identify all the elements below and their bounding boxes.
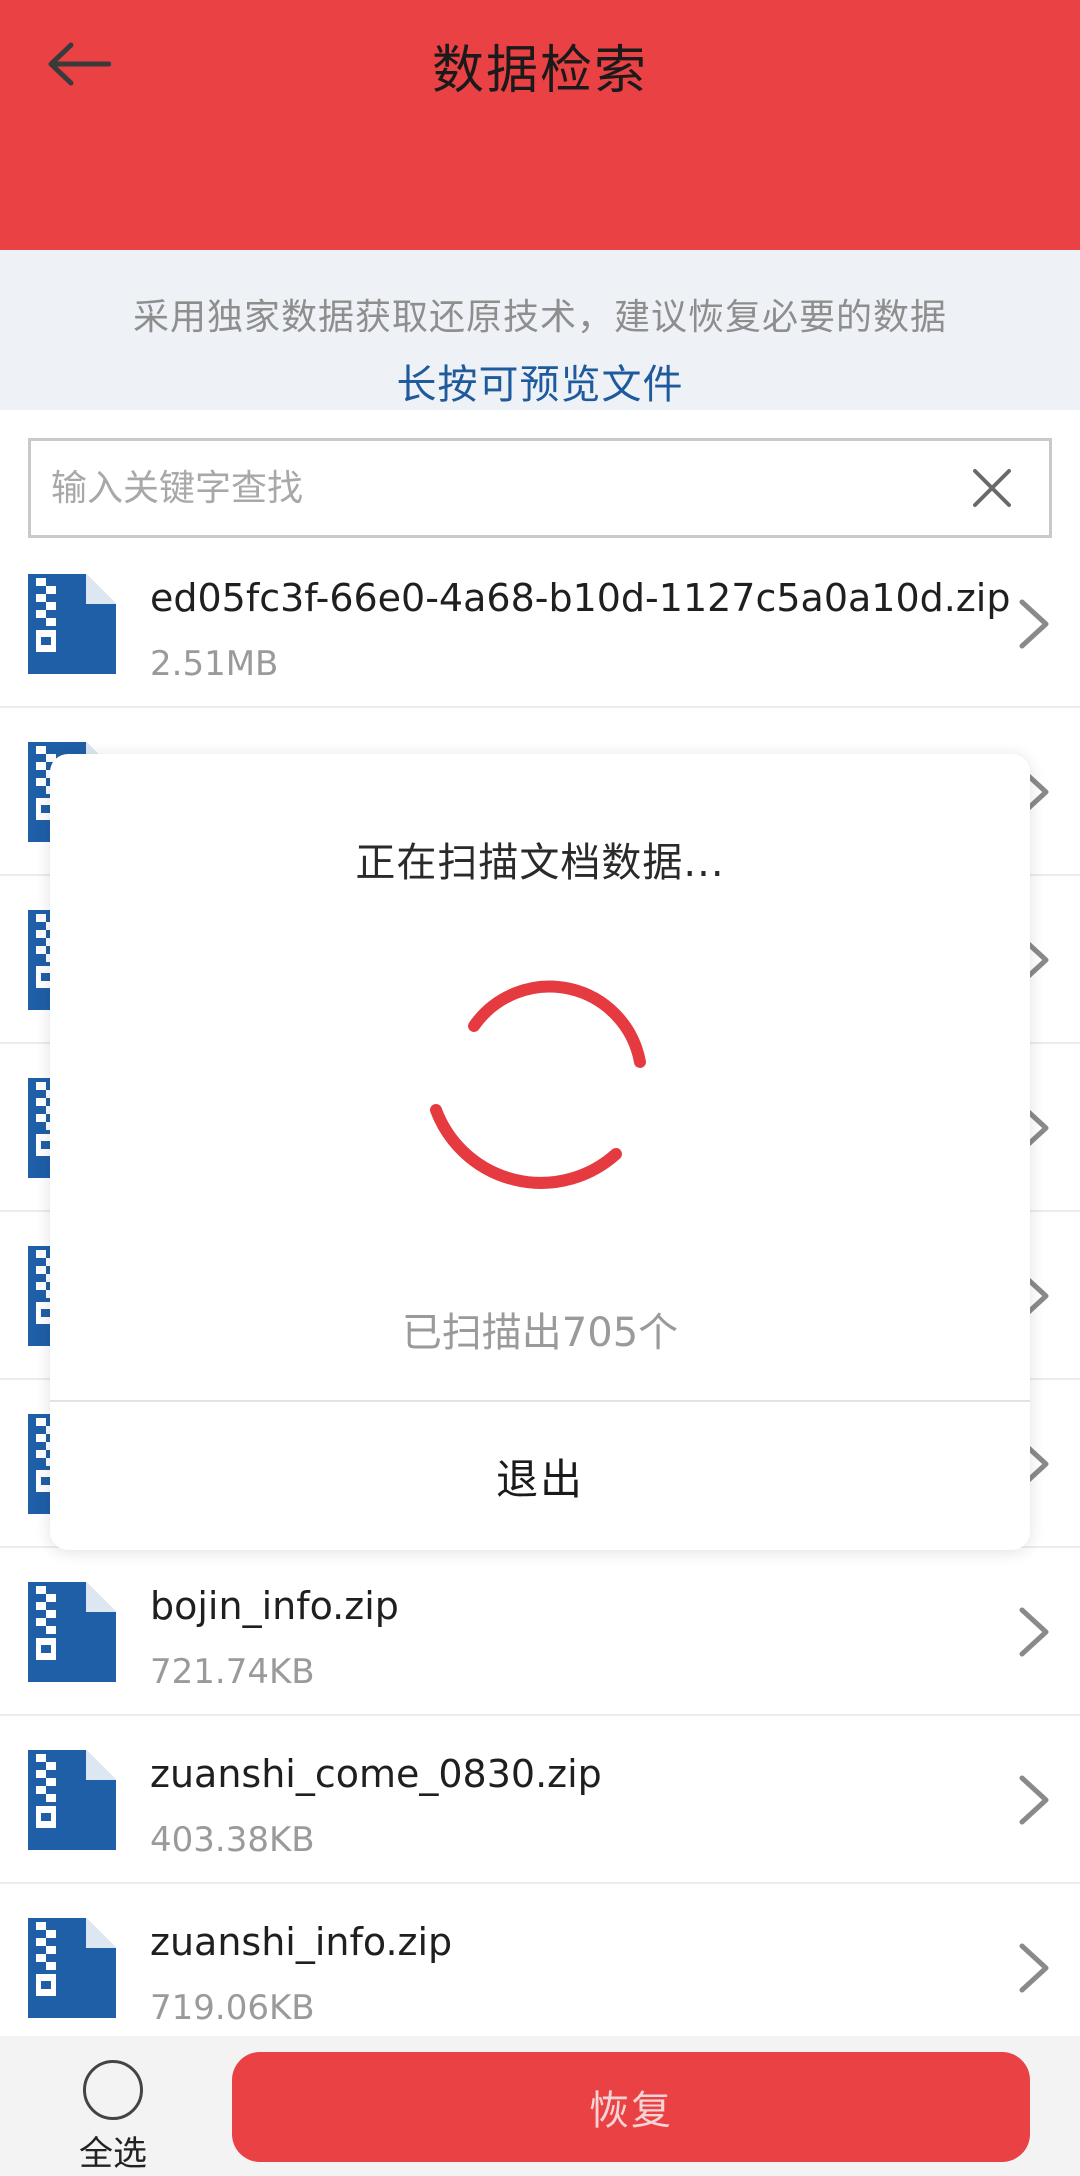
chevron-right-icon (1019, 1775, 1049, 1825)
zip-file-icon (28, 1918, 116, 2018)
loading-spinner-icon (430, 980, 646, 1189)
file-name: bojin_info.zip (150, 1584, 399, 1628)
zip-file-icon (28, 574, 116, 674)
select-all-toggle[interactable]: 全选 (60, 2048, 166, 2174)
scan-progress-dialog: 正在扫描文档数据... 已扫描出705个 退出 (50, 754, 1030, 1550)
search-input[interactable] (51, 441, 951, 535)
page-title: 数据检索 (431, 41, 648, 101)
dialog-title: 正在扫描文档数据... (355, 840, 725, 886)
restore-button[interactable]: 恢复 (232, 2052, 1030, 2162)
zip-file-icon (28, 1582, 116, 1682)
preview-hint: 长按可预览文件 (396, 362, 684, 408)
list-item[interactable]: bojin_info.zip 721.74KB (0, 1548, 1080, 1716)
file-size: 721.74KB (150, 1652, 315, 1692)
file-name: zuanshi_come_0830.zip (150, 1752, 602, 1796)
file-size: 2.51MB (150, 644, 279, 684)
file-name: zuanshi_info.zip (150, 1920, 453, 1964)
select-all-label: 全选 (79, 2134, 147, 2174)
chevron-right-icon (1019, 1607, 1049, 1657)
file-size: 719.06KB (150, 1988, 315, 2028)
exit-button[interactable]: 退出 (50, 1402, 1030, 1550)
chevron-right-icon (1019, 1943, 1049, 1993)
list-item[interactable]: ed05fc3f-66e0-4a68-b10d-1127c5a0a10d.zip… (0, 540, 1080, 708)
zip-file-icon (28, 1750, 116, 1850)
scan-count: 已扫描出705个 (401, 1310, 679, 1356)
file-size: 403.38KB (150, 1820, 315, 1860)
file-name: ed05fc3f-66e0-4a68-b10d-1127c5a0a10d.zip (150, 576, 1011, 620)
search-box (28, 438, 1052, 538)
chevron-right-icon (1019, 599, 1049, 649)
notice-text: 采用独家数据获取还原技术，建议恢复必要的数据 (132, 297, 947, 338)
app-header: 数据检索 (0, 0, 1080, 250)
bottom-bar: 全选 恢复 (0, 2036, 1080, 2176)
select-all-radio-icon (83, 2060, 143, 2120)
notice-banner: 采用独家数据获取还原技术，建议恢复必要的数据 长按可预览文件 (0, 250, 1080, 410)
list-item[interactable]: zuanshi_info.zip 719.06KB (0, 1884, 1080, 2052)
close-icon[interactable] (969, 465, 1015, 511)
list-item[interactable]: zuanshi_come_0830.zip 403.38KB (0, 1716, 1080, 1884)
